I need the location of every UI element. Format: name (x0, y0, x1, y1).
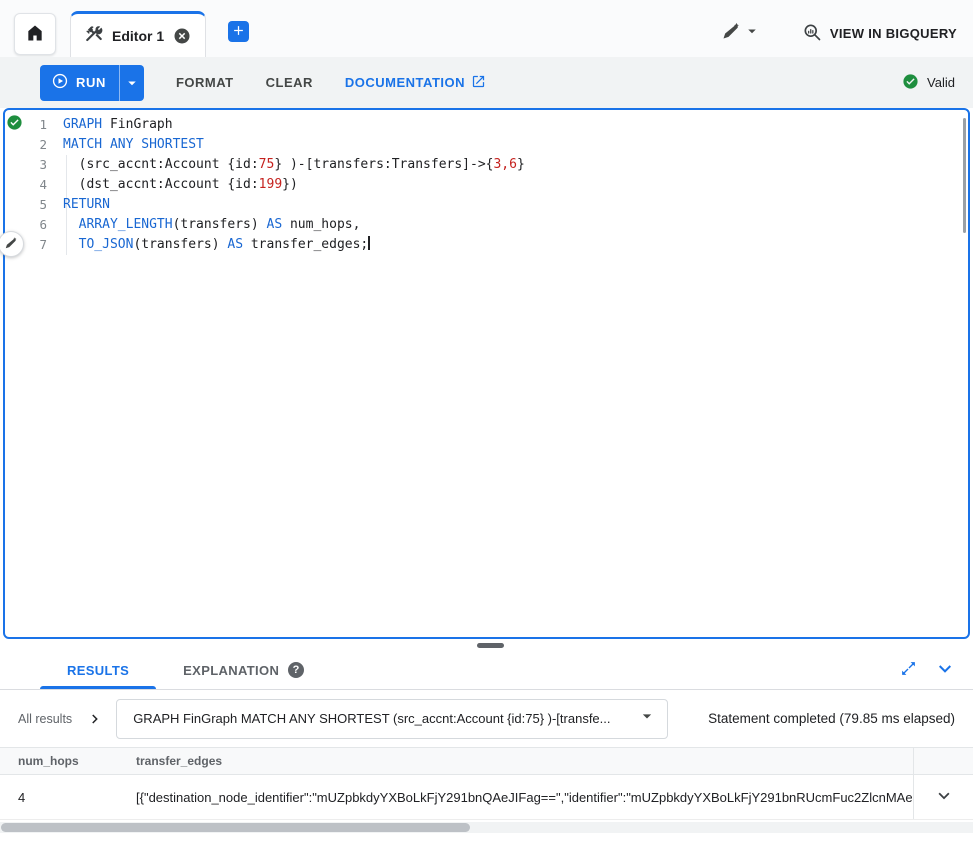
chevron-down-icon (743, 22, 761, 45)
statement-status: Statement completed (79.85 ms elapsed) (708, 711, 955, 726)
documentation-link[interactable]: DOCUMENTATION (345, 74, 486, 92)
home-button[interactable] (14, 13, 56, 55)
chevron-down-icon (933, 785, 955, 810)
column-header-num-hops: num_hops (0, 754, 118, 768)
chevron-right-icon[interactable] (86, 710, 104, 728)
query-selector-value: GRAPH FinGraph MATCH ANY SHORTEST (src_a… (133, 711, 629, 726)
clear-label: CLEAR (266, 75, 313, 90)
results-tab-label: RESULTS (67, 663, 129, 678)
dropdown-caret-icon (637, 706, 657, 731)
construction-icon (85, 24, 103, 47)
chevron-down-icon (933, 657, 957, 684)
format-button[interactable]: FORMAT (176, 75, 234, 90)
view-in-bigquery-button[interactable]: VIEW IN BIGQUERY (802, 21, 957, 45)
table-header-row: num_hops transfer_edges (0, 747, 973, 775)
tab-results[interactable]: RESULTS (40, 651, 156, 689)
magic-wand-icon (721, 21, 741, 46)
tab-label: Editor 1 (112, 28, 164, 44)
all-results-label: All results (18, 712, 72, 726)
table-header-end-cell (913, 748, 973, 774)
validation-status: Valid (902, 73, 955, 93)
horizontal-scrollbar[interactable] (0, 822, 973, 833)
panel-resize-handle[interactable] (477, 643, 504, 648)
play-circle-icon (51, 72, 69, 93)
close-tab-icon[interactable] (173, 27, 191, 45)
view-in-bigquery-label: VIEW IN BIGQUERY (830, 26, 957, 41)
query-editor[interactable]: 1234567 GRAPH FinGraphMATCH ANY SHORTEST… (3, 108, 970, 639)
table-row[interactable]: 4 [{"destination_node_identifier":"mUZpb… (0, 775, 973, 820)
cell-num-hops: 4 (0, 790, 118, 805)
tab-bar: Editor 1 (0, 0, 973, 57)
editor-code[interactable]: GRAPH FinGraphMATCH ANY SHORTEST (src_ac… (63, 115, 952, 255)
bigquery-editor-app: Editor 1 (0, 0, 973, 855)
clear-button[interactable]: CLEAR (266, 75, 313, 90)
results-table: num_hops transfer_edges 4 [{"destination… (0, 747, 973, 820)
editor-toolbar: RUN FORMAT CLEAR DOCUMENTATION Valid (0, 57, 973, 108)
expand-results-button[interactable] (900, 660, 917, 680)
horizontal-scrollbar-thumb[interactable] (1, 823, 470, 832)
results-actions (900, 651, 973, 689)
editor-scrollbar[interactable] (963, 118, 966, 233)
home-icon (25, 23, 45, 46)
explanation-tab-label: EXPLANATION (183, 663, 279, 678)
valid-check-icon (902, 73, 919, 93)
run-button[interactable]: RUN (40, 65, 144, 101)
assist-menu-button[interactable] (721, 21, 761, 46)
external-link-icon (471, 74, 486, 92)
tab-editor-1[interactable]: Editor 1 (70, 11, 206, 57)
query-selector-row: All results GRAPH FinGraph MATCH ANY SHO… (0, 690, 973, 747)
plus-icon (231, 23, 246, 41)
query-selector-dropdown[interactable]: GRAPH FinGraph MATCH ANY SHORTEST (src_a… (116, 699, 668, 739)
open-in-full-icon (900, 660, 917, 680)
help-icon[interactable] (288, 662, 304, 678)
format-label: FORMAT (176, 75, 234, 90)
cell-transfer-edges: [{"destination_node_identifier":"mUZpbkd… (118, 790, 913, 805)
valid-label: Valid (927, 75, 955, 90)
run-label: RUN (76, 75, 106, 90)
results-tab-bar: RESULTS EXPLANATION (0, 651, 973, 690)
tab-explanation[interactable]: EXPLANATION (156, 651, 331, 689)
column-header-transfer-edges: transfer_edges (118, 754, 913, 768)
bigquery-magnifier-icon (802, 22, 822, 45)
collapse-results-button[interactable] (933, 657, 957, 684)
expand-row-button[interactable] (933, 785, 955, 810)
documentation-label: DOCUMENTATION (345, 75, 465, 90)
run-options-dropdown[interactable] (119, 65, 144, 101)
add-tab-button[interactable] (228, 21, 249, 42)
quick-fix-wand-icon (4, 236, 18, 253)
